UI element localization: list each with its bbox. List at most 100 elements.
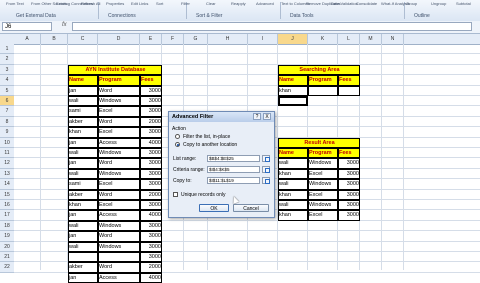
column-header[interactable]: K — [308, 34, 338, 44]
database-cell[interactable]: wali — [68, 221, 98, 231]
database-cell[interactable]: Excel — [98, 179, 140, 190]
radio-copy-to-location[interactable] — [175, 142, 180, 147]
database-header[interactable]: Fees — [140, 75, 162, 86]
result-cell[interactable]: khan — [278, 210, 308, 221]
row-header[interactable]: 14 — [0, 179, 14, 190]
database-cell[interactable]: Access — [98, 210, 140, 221]
database-cell[interactable]: 4000 — [140, 138, 162, 148]
result-area-header[interactable]: Program — [308, 148, 338, 158]
database-cell[interactable]: 4000 — [140, 273, 162, 283]
database-cell[interactable]: Excel — [98, 106, 140, 117]
database-cell[interactable]: 3000 — [140, 127, 162, 138]
database-cell[interactable]: 3000 — [140, 86, 162, 96]
column-header[interactable]: A — [14, 34, 41, 44]
ribbon-button[interactable]: Consolidate — [356, 1, 377, 6]
database-cell[interactable]: 4000 — [140, 210, 162, 221]
database-cell[interactable]: akber — [68, 117, 98, 127]
result-cell[interactable]: Windows — [308, 200, 338, 210]
database-cell[interactable]: Word — [98, 158, 140, 169]
search-area-header[interactable]: Name — [278, 75, 308, 86]
database-cell[interactable]: 3000 — [140, 231, 162, 242]
database-cell[interactable]: Word — [98, 117, 140, 127]
database-cell[interactable]: 3000 — [140, 252, 162, 262]
result-cell[interactable]: 3000 — [338, 190, 360, 200]
database-cell[interactable]: 2000 — [140, 262, 162, 273]
criteria-range-picker-icon[interactable] — [262, 166, 270, 173]
database-cell[interactable]: jan — [68, 231, 98, 242]
ribbon-button[interactable]: Group — [406, 1, 417, 6]
result-cell[interactable]: wali — [278, 158, 308, 169]
database-header[interactable]: Name — [68, 75, 98, 86]
search-criteria-cell[interactable]: khan — [278, 86, 308, 96]
column-header[interactable]: I — [248, 34, 278, 44]
search-criteria-cell[interactable] — [338, 86, 360, 96]
database-cell[interactable] — [68, 252, 98, 262]
row-header[interactable]: 18 — [0, 221, 14, 231]
database-cell[interactable]: 3000 — [140, 158, 162, 169]
row-header[interactable]: 5 — [0, 86, 14, 96]
unique-records-checkbox[interactable] — [173, 192, 178, 197]
row-header[interactable]: 10 — [0, 138, 14, 148]
row-header[interactable]: 13 — [0, 169, 14, 179]
radio-copy-to-location-label[interactable]: Copy to another location — [183, 142, 237, 148]
column-header[interactable]: F — [162, 34, 184, 44]
search-criteria-cell[interactable] — [308, 86, 338, 96]
close-button[interactable]: X — [263, 113, 271, 120]
database-cell[interactable]: wali — [68, 148, 98, 158]
result-cell[interactable]: Windows — [308, 179, 338, 190]
column-header[interactable]: B — [41, 34, 68, 44]
column-header[interactable]: H — [208, 34, 248, 44]
ribbon-button[interactable]: Refresh All — [81, 1, 100, 6]
database-cell[interactable]: khan — [68, 200, 98, 210]
ribbon-button[interactable]: Subtotal — [456, 1, 471, 6]
database-cell[interactable]: Word — [98, 262, 140, 273]
ribbon-button[interactable]: Reapply — [231, 1, 246, 6]
database-cell[interactable]: Access — [98, 273, 140, 283]
function-icon[interactable]: fx — [62, 22, 67, 28]
database-cell[interactable]: 3000 — [140, 179, 162, 190]
database-header[interactable]: Program — [98, 75, 140, 86]
database-cell[interactable]: wali — [68, 96, 98, 106]
database-cell[interactable]: Word — [98, 190, 140, 200]
row-header[interactable]: 15 — [0, 190, 14, 200]
result-cell[interactable]: khan — [278, 190, 308, 200]
result-cell[interactable]: 3000 — [338, 169, 360, 179]
database-cell[interactable]: 3000 — [140, 96, 162, 106]
ok-button[interactable]: OK — [199, 204, 229, 212]
result-cell[interactable]: wali — [278, 179, 308, 190]
database-cell[interactable]: akber — [68, 262, 98, 273]
database-cell[interactable]: Excel — [98, 200, 140, 210]
result-cell[interactable]: wali — [278, 200, 308, 210]
row-header[interactable]: 20 — [0, 242, 14, 252]
radio-filter-in-place-label[interactable]: Filter the list, in-place — [183, 134, 230, 140]
database-cell[interactable]: wali — [68, 242, 98, 252]
database-cell[interactable]: Word — [98, 86, 140, 96]
database-cell[interactable]: 3000 — [140, 200, 162, 210]
database-cell[interactable]: sami — [68, 179, 98, 190]
row-header[interactable]: 21 — [0, 252, 14, 262]
list-range-input[interactable]: $B$4:$E$25 — [207, 155, 260, 162]
database-cell[interactable]: 3000 — [140, 106, 162, 117]
column-header[interactable]: J — [278, 34, 308, 44]
formula-input[interactable] — [72, 22, 472, 31]
row-header[interactable]: 3 — [0, 65, 14, 75]
ribbon-button[interactable]: Properties — [106, 1, 124, 6]
database-cell[interactable]: Windows — [98, 96, 140, 106]
radio-filter-in-place[interactable] — [175, 134, 180, 139]
cancel-button[interactable]: Cancel — [233, 204, 269, 212]
database-cell[interactable]: Windows — [98, 148, 140, 158]
result-cell[interactable]: Excel — [308, 210, 338, 221]
result-cell[interactable]: 3000 — [338, 210, 360, 221]
row-header[interactable]: 7 — [0, 106, 14, 117]
result-cell[interactable]: Excel — [308, 190, 338, 200]
result-cell[interactable]: khan — [278, 169, 308, 179]
database-cell[interactable]: sami — [68, 106, 98, 117]
help-button[interactable]: ? — [253, 113, 261, 120]
database-cell[interactable]: Excel — [98, 127, 140, 138]
row-header[interactable]: 8 — [0, 117, 14, 127]
row-header[interactable]: 6 — [0, 96, 14, 106]
search-area-header[interactable]: Fees — [338, 75, 360, 86]
column-header[interactable]: L — [338, 34, 360, 44]
database-cell[interactable] — [98, 252, 140, 262]
database-cell[interactable]: 3000 — [140, 221, 162, 231]
